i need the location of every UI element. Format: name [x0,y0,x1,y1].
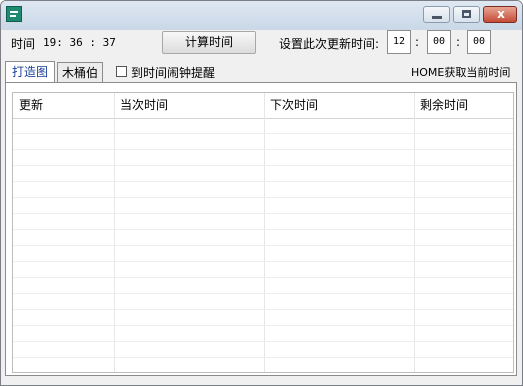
table-row[interactable] [13,214,513,230]
column-header-current-time[interactable]: 当次时间 [114,93,264,118]
schedule-table: 更新 当次时间 下次时间 剩余时间 [12,92,514,373]
close-button[interactable]: x [483,6,517,23]
alarm-checkbox[interactable] [116,66,127,77]
tab-mutongbo[interactable]: 木桶伯 [57,62,103,83]
maximize-icon [462,10,471,18]
table-row[interactable] [13,150,513,166]
table-row[interactable] [13,294,513,310]
table-row[interactable] [13,246,513,262]
title-bar: x [1,1,522,30]
table-row[interactable] [13,326,513,342]
table-row[interactable] [13,198,513,214]
time-label: 时间 [11,37,36,51]
table-row[interactable] [13,230,513,246]
set-update-time-label: 设置此次更新时间: [279,37,380,51]
tab-panel: 更新 当次时间 下次时间 剩余时间 [5,82,517,376]
table-row[interactable] [13,118,513,134]
main-window: x 时间 19: 36 : 37 计算时间 设置此次更新时间: 12 : 00 … [0,0,523,386]
table-row[interactable] [13,278,513,294]
app-icon [6,6,22,22]
maximize-button[interactable] [453,6,480,23]
column-header-remaining-time[interactable]: 剩余时间 [414,93,513,118]
table-row[interactable] [13,182,513,198]
alarm-checkbox-label: 到时间闹钟提醒 [131,66,216,80]
home-hint-label: HOME获取当前时间 [411,66,511,79]
table-row[interactable] [13,342,513,358]
calculate-time-button[interactable]: 计算时间 [162,31,256,54]
table-row[interactable] [13,310,513,326]
close-icon: x [497,7,505,21]
table-row[interactable] [13,134,513,150]
current-time-value: 19: 36 : 37 [43,36,116,49]
tab-dazaotu[interactable]: 打造图 [5,61,55,83]
minimize-button[interactable] [423,6,450,23]
minute-second-colon: : [456,35,461,49]
column-header-update[interactable]: 更新 [13,93,114,118]
second-field[interactable]: 00 [467,30,491,54]
hour-field[interactable]: 12 [387,30,411,54]
table-row[interactable] [13,262,513,278]
minimize-icon [432,16,442,19]
table-header: 更新 当次时间 下次时间 剩余时间 [13,93,513,119]
minute-field[interactable]: 00 [427,30,451,54]
table-row[interactable] [13,166,513,182]
column-header-next-time[interactable]: 下次时间 [264,93,414,118]
hour-minute-colon: : [415,35,420,49]
